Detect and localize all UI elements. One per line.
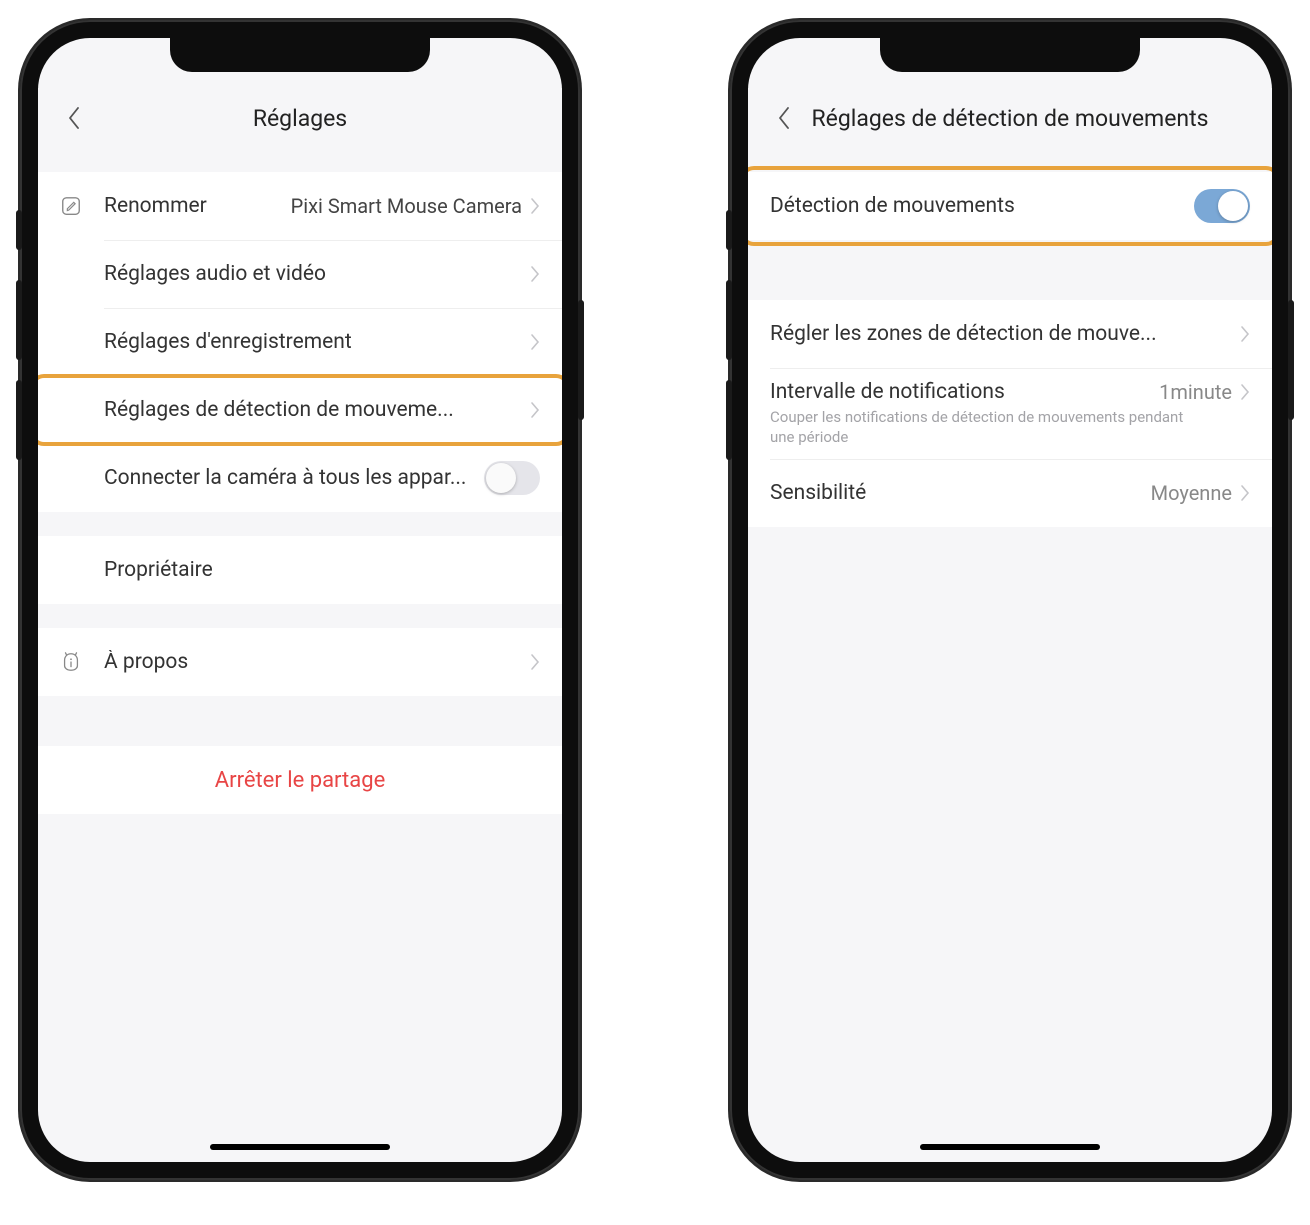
side-button	[16, 210, 22, 250]
row-owner[interactable]: Propriétaire	[38, 536, 562, 604]
edit-icon	[60, 195, 104, 217]
header: Réglages	[38, 88, 562, 148]
row-rename[interactable]: Renommer Pixi Smart Mouse Camera	[38, 172, 562, 240]
phone-frame-right: Réglages de détection de mouvements Déte…	[730, 20, 1290, 1180]
row-label: Renommer	[104, 194, 291, 218]
side-button	[726, 380, 732, 460]
row-label: Réglages d'enregistrement	[104, 330, 530, 354]
row-zones[interactable]: Régler les zones de détection de mouve..…	[748, 300, 1272, 368]
side-button	[1288, 300, 1294, 420]
toggle-motion-detection[interactable]	[1194, 189, 1250, 223]
home-indicator[interactable]	[920, 1144, 1100, 1150]
row-label: Réglages de détection de mouveme...	[104, 398, 530, 422]
row-about[interactable]: À propos	[38, 628, 562, 696]
chevron-right-icon	[530, 333, 540, 351]
row-value: Moyenne	[1151, 481, 1232, 505]
chevron-right-icon	[530, 197, 540, 215]
side-button	[726, 280, 732, 360]
row-value: Pixi Smart Mouse Camera	[291, 194, 522, 218]
chevron-right-icon	[530, 401, 540, 419]
motion-toggle-group: Détection de mouvements	[748, 172, 1272, 240]
settings-group-owner: Propriétaire	[38, 536, 562, 604]
row-connect-all-devices: Connecter la caméra à tous les appar...	[38, 444, 562, 512]
row-sensitivity[interactable]: Sensibilité Moyenne	[748, 459, 1272, 527]
side-button	[16, 280, 22, 360]
settings-group-about: À propos	[38, 628, 562, 696]
row-label: Connecter la caméra à tous les appar...	[104, 466, 484, 490]
back-button[interactable]	[60, 104, 88, 132]
row-subtitle: Couper les notifications de détection de…	[770, 408, 1250, 447]
phone-frame-left: Réglages Renommer Pixi Smart Mouse Camer…	[20, 20, 580, 1180]
page-title: Réglages de détection de mouvements	[761, 105, 1258, 132]
header: Réglages de détection de mouvements	[748, 88, 1272, 148]
stop-sharing-button[interactable]: Arrêter le partage	[38, 746, 562, 814]
row-label: Sensibilité	[770, 481, 1151, 505]
side-button	[726, 210, 732, 250]
notch	[170, 38, 430, 72]
home-indicator[interactable]	[210, 1144, 390, 1150]
settings-group-main: Renommer Pixi Smart Mouse Camera Réglage…	[38, 172, 562, 512]
row-interval[interactable]: Intervalle de notifications 1minute Coup…	[748, 368, 1272, 459]
row-label: Intervalle de notifications	[770, 380, 1159, 404]
notch	[880, 38, 1140, 72]
stop-sharing-label: Arrêter le partage	[215, 768, 385, 793]
side-button	[578, 300, 584, 420]
row-label: Régler les zones de détection de mouve..…	[770, 322, 1240, 346]
chevron-left-icon	[777, 106, 791, 130]
row-label: Réglages audio et vidéo	[104, 262, 530, 286]
info-icon	[60, 651, 104, 673]
row-value: 1minute	[1159, 380, 1232, 404]
back-button[interactable]	[770, 104, 798, 132]
screen-right: Réglages de détection de mouvements Déte…	[748, 38, 1272, 1162]
toggle-connect-all[interactable]	[484, 461, 540, 495]
row-motion-detection[interactable]: Réglages de détection de mouveme...	[38, 376, 562, 444]
motion-settings-group: Régler les zones de détection de mouve..…	[748, 300, 1272, 527]
chevron-right-icon	[530, 265, 540, 283]
chevron-right-icon	[1240, 325, 1250, 343]
row-label: Détection de mouvements	[770, 194, 1194, 218]
chevron-right-icon	[1240, 383, 1250, 401]
chevron-left-icon	[67, 106, 81, 130]
row-label: À propos	[104, 650, 530, 674]
page-title: Réglages	[203, 105, 397, 132]
side-button	[16, 380, 22, 460]
row-recording[interactable]: Réglages d'enregistrement	[38, 308, 562, 376]
chevron-right-icon	[530, 653, 540, 671]
row-audio-video[interactable]: Réglages audio et vidéo	[38, 240, 562, 308]
row-label: Propriétaire	[104, 558, 540, 582]
chevron-right-icon	[1240, 484, 1250, 502]
screen-left: Réglages Renommer Pixi Smart Mouse Camer…	[38, 38, 562, 1162]
row-motion-toggle: Détection de mouvements	[748, 172, 1272, 240]
